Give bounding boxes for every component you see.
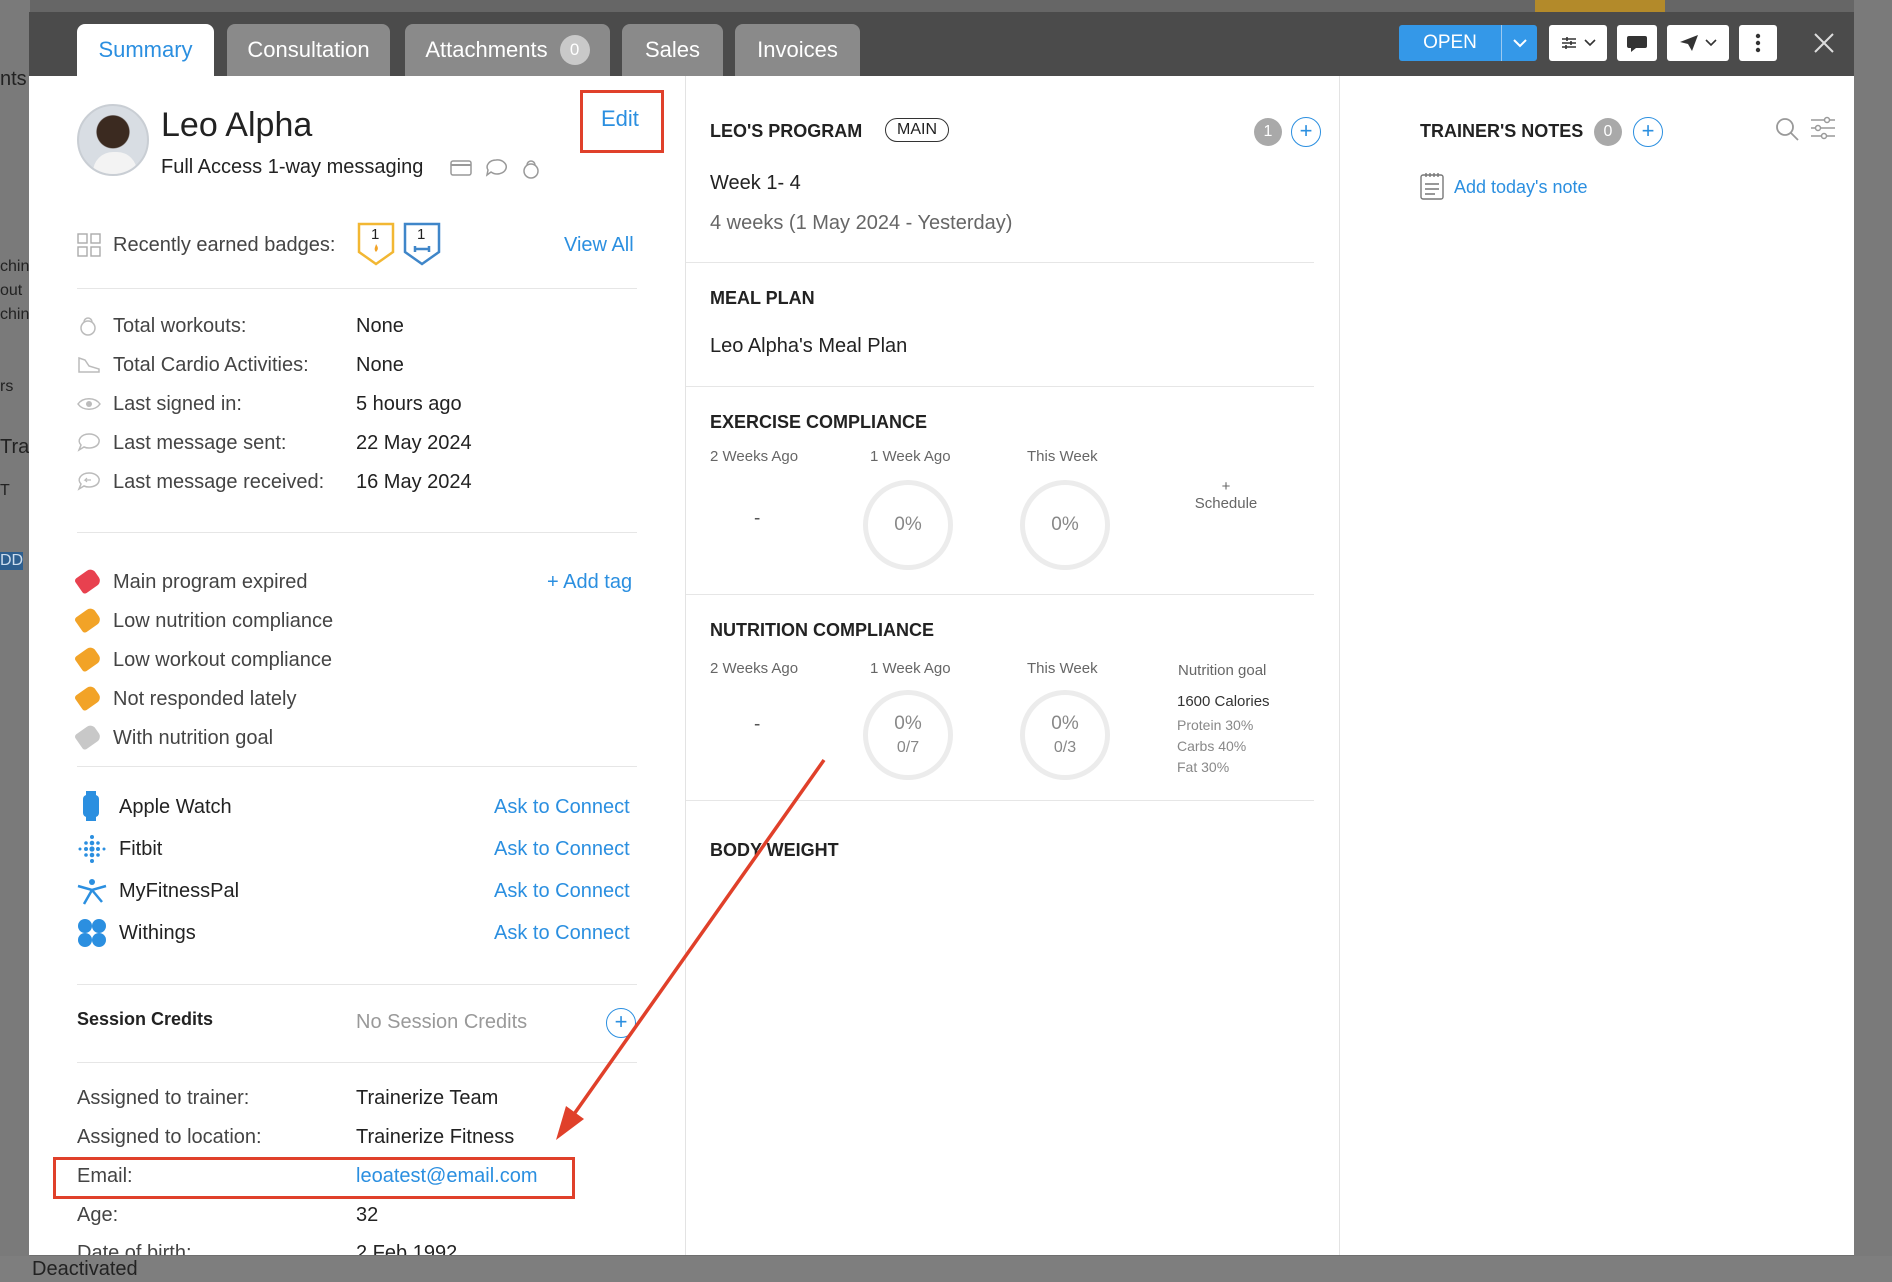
annotation-arrow [556,758,826,1140]
